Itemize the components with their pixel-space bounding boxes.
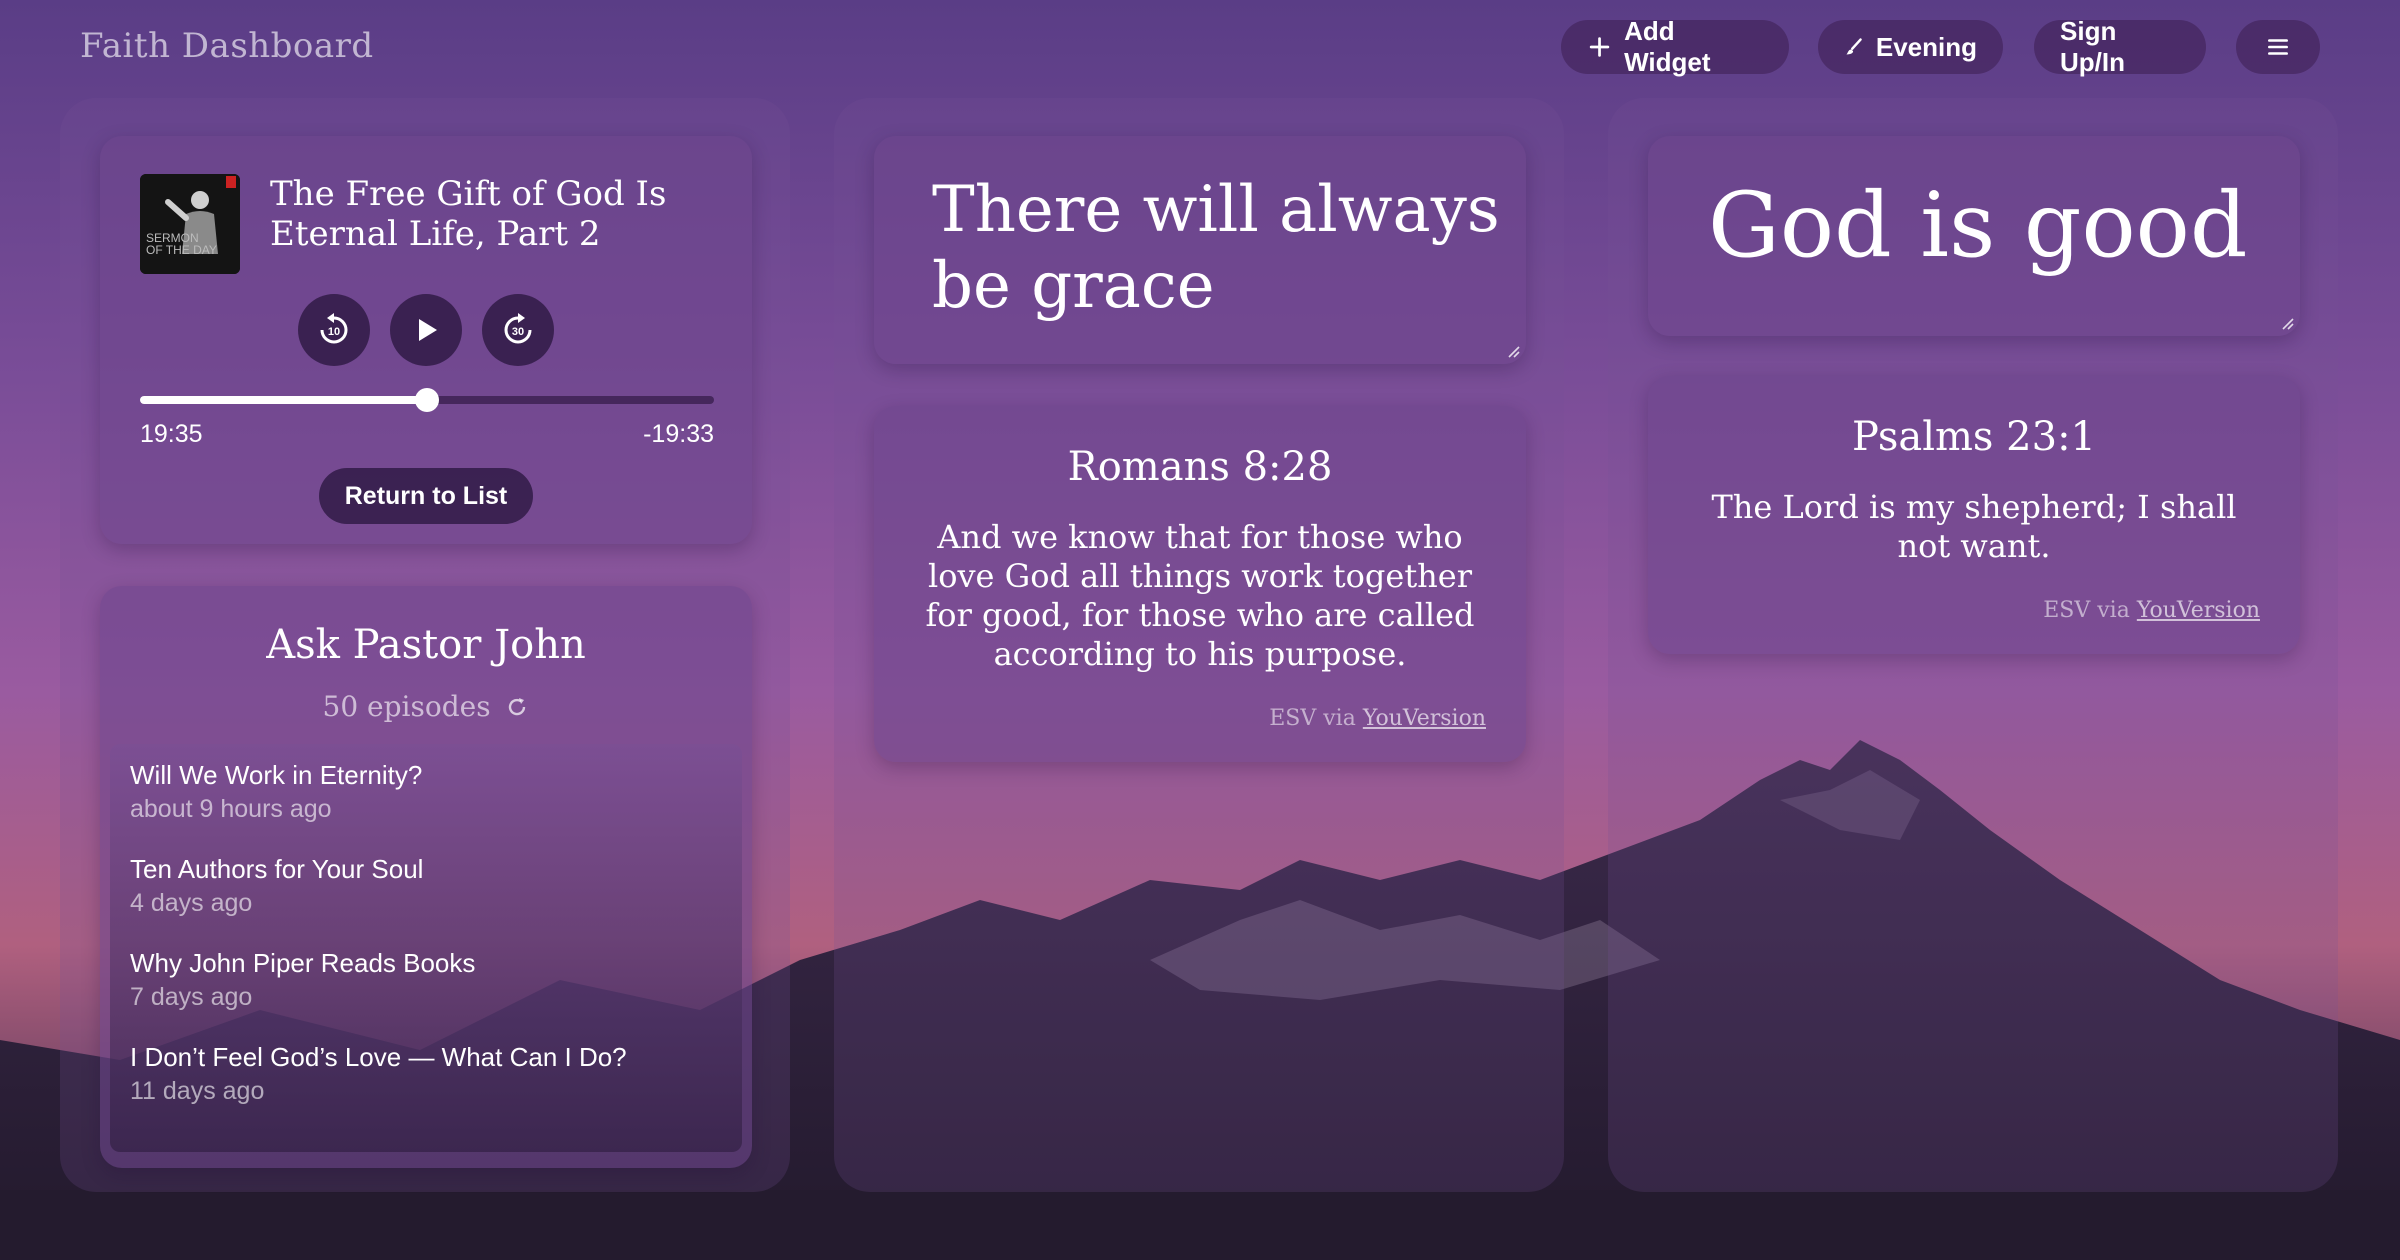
forward-button[interactable]: 30	[482, 294, 554, 366]
hamburger-icon	[2268, 39, 2288, 55]
list-item[interactable]: Ten Authors for Your Soul 4 days ago	[130, 854, 730, 918]
verse-source: ESV via YouVersion	[1269, 706, 1486, 731]
refresh-icon[interactable]	[505, 695, 529, 719]
column-right: God is good Psalms 23:1 The Lord is my s…	[1608, 98, 2338, 1192]
album-art: SERMON OF THE DAY	[140, 174, 240, 274]
resize-handle-icon[interactable]	[2280, 316, 2294, 330]
progress-thumb[interactable]	[415, 388, 439, 412]
list-item[interactable]: Why John Piper Reads Books 7 days ago	[130, 948, 730, 1012]
progress-slider[interactable]	[140, 388, 714, 412]
verse-text: The Lord is my shepherd; I shall not wan…	[1711, 488, 2237, 565]
episode-item-title: Why John Piper Reads Books	[130, 948, 476, 978]
youversion-link[interactable]: YouVersion	[2137, 598, 2260, 623]
forward-seconds: 30	[512, 326, 524, 338]
art-label: SERMON OF THE DAY	[146, 231, 217, 257]
rewind-button[interactable]: 10	[298, 294, 370, 366]
verse-source-prefix: ESV via	[2043, 598, 2137, 623]
youversion-link[interactable]: YouVersion	[1363, 706, 1486, 731]
good-text[interactable]: God is good	[1708, 176, 2278, 276]
verse-source-prefix: ESV via	[1269, 706, 1363, 731]
column-left: SERMON OF THE DAY The Free Gift of God I…	[60, 98, 790, 1192]
rewind-seconds: 10	[328, 326, 340, 338]
sermon-player-widget: SERMON OF THE DAY The Free Gift of God I…	[100, 136, 752, 544]
add-widget-button[interactable]: Add Widget	[1561, 16, 1789, 77]
rewind-10-icon: 10	[320, 313, 348, 344]
list-item[interactable]: I Don’t Feel God’s Love — What Can I Do?…	[130, 1042, 730, 1106]
verse-widget-psalms: Psalms 23:1 The Lord is my shepherd; I s…	[1648, 376, 2300, 654]
progress-fill	[140, 396, 427, 404]
verse-text: And we know that for those who love God …	[925, 518, 1475, 673]
verse-reference: Psalms 23:1	[1851, 414, 2096, 460]
play-icon	[419, 319, 437, 341]
brand-title[interactable]: Faith Dashboard	[80, 26, 374, 66]
podcast-widget: Ask Pastor John 50 episodes Will We Work…	[100, 586, 752, 1168]
episode-item-title: Will We Work in Eternity?	[130, 760, 423, 790]
episode-item-title: Ten Authors for Your Soul	[130, 854, 424, 884]
list-item[interactable]: Will We Work in Eternity? about 9 hours …	[130, 760, 730, 824]
return-to-list-button[interactable]: Return to List	[319, 468, 533, 524]
episode-count: 50 episodes	[322, 690, 491, 723]
podcast-episode-count: 50 episodes	[100, 690, 752, 723]
verse-source: ESV via YouVersion	[2043, 598, 2260, 623]
episode-item-date: about 9 hours ago	[130, 795, 332, 823]
episode-item-date: 7 days ago	[130, 983, 253, 1011]
brush-icon	[1846, 38, 1862, 55]
episode-item-date: 4 days ago	[130, 889, 253, 917]
episode-item-title: I Don’t Feel God’s Love — What Can I Do?	[130, 1042, 627, 1072]
art-badge	[226, 176, 236, 188]
column-middle: There will always be grace Romans 8:28 A…	[834, 98, 1564, 1192]
add-widget-label: Add Widget	[1624, 16, 1711, 77]
podcast-title: Ask Pastor John	[266, 622, 586, 668]
episode-list[interactable]: Will We Work in Eternity? about 9 hours …	[110, 744, 742, 1152]
verse-widget-romans: Romans 8:28 And we know that for those w…	[874, 406, 1526, 762]
sign-in-label: Sign Up/In	[2060, 16, 2125, 77]
preacher-image	[140, 174, 240, 274]
theme-button[interactable]: Evening	[1818, 20, 2003, 74]
theme-label: Evening	[1875, 31, 1977, 62]
resize-handle-icon[interactable]	[1506, 344, 1520, 358]
episode-item-date: 11 days ago	[130, 1077, 265, 1105]
grace-text[interactable]: There will always be grace	[932, 172, 1502, 324]
episode-title: The Free Gift of God Is Eternal Life, Pa…	[270, 174, 667, 254]
sign-in-button[interactable]: Sign Up/In	[2034, 16, 2206, 77]
remaining-time: -19:33	[643, 420, 714, 448]
forward-30-icon: 30	[504, 313, 532, 344]
play-button[interactable]	[390, 294, 462, 366]
plus-icon	[1589, 37, 1610, 57]
text-widget-good[interactable]: God is good	[1648, 136, 2300, 336]
verse-reference: Romans 8:28	[1067, 444, 1333, 490]
top-bar: Faith Dashboard Add Widget Evening Sign …	[0, 0, 2400, 96]
elapsed-time: 19:35	[140, 420, 203, 448]
menu-button[interactable]	[2236, 20, 2320, 74]
text-widget-grace[interactable]: There will always be grace	[874, 136, 1526, 364]
